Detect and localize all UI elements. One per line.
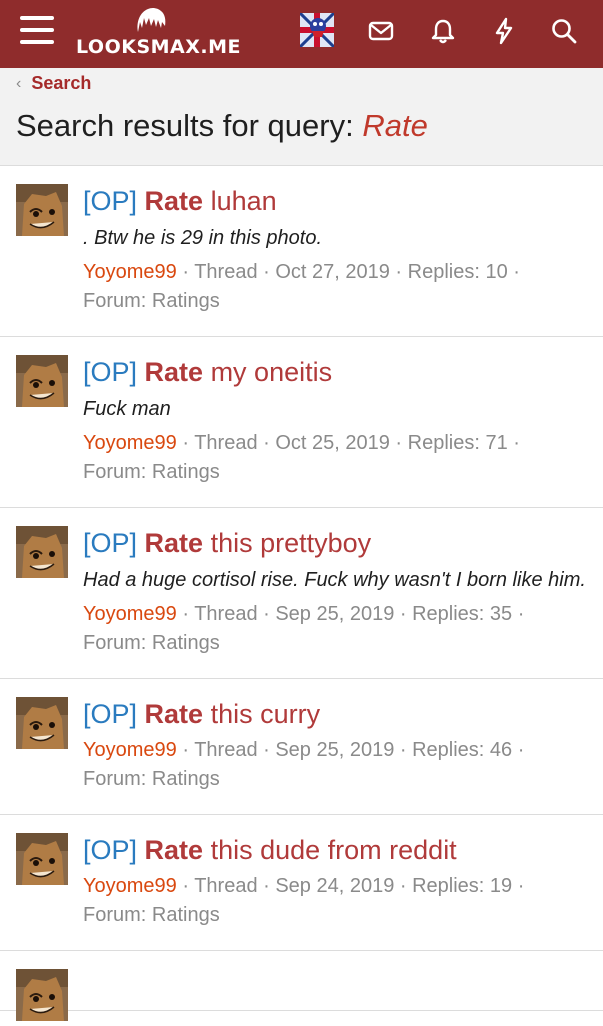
forum-label[interactable]: Forum: Ratings — [83, 768, 220, 790]
search-query: Rate — [362, 108, 428, 143]
author-username-link[interactable]: Yoyome99 — [83, 739, 177, 761]
op-prefix: [OP] — [83, 699, 138, 729]
op-prefix: [OP] — [83, 835, 138, 865]
op-prefix: [OP] — [83, 357, 138, 387]
result-snippet: Fuck man — [83, 398, 171, 420]
query-highlight: Rate — [144, 528, 204, 558]
query-highlight: Rate — [144, 835, 204, 865]
author-avatar[interactable] — [16, 526, 68, 578]
top-navigation-bar: LOOKSMAX.ME — [0, 0, 603, 68]
title-rest: this curry — [203, 699, 321, 729]
title-rest: my oneitis — [203, 357, 333, 387]
author-username-link[interactable]: Yoyome99 — [83, 261, 177, 283]
chevron-left-icon: ‹ — [16, 74, 22, 92]
forum-label[interactable]: Forum: Ratings — [83, 290, 220, 312]
result-meta: Yoyome99 · Thread · Sep 24, 2019 · Repli… — [83, 872, 587, 930]
breadcrumb[interactable]: ‹ Search — [16, 73, 91, 94]
result-meta: Yoyome99 · Thread · Oct 25, 2019 · Repli… — [83, 429, 587, 487]
result-snippet: Had a huge cortisol rise. Fuck why wasn'… — [83, 569, 586, 591]
search-results-list: [OP] Rate luhan . Btw he is 29 in this ph… — [0, 166, 603, 1021]
author-avatar[interactable] — [16, 184, 68, 236]
result-title-link[interactable]: [OP] Rate this dude from reddit — [83, 833, 587, 867]
result-title-link[interactable]: [OP] Rate this curry — [83, 697, 587, 731]
result-meta: Yoyome99 · Thread · Sep 25, 2019 · Repli… — [83, 600, 587, 658]
op-prefix: [OP] — [83, 528, 138, 558]
meta-details: · Thread · Sep 24, 2019 · Replies: 19 · — [176, 875, 525, 897]
logo-text: LOOKSMAX.ME — [76, 36, 242, 58]
title-rest: luhan — [203, 186, 277, 216]
author-username-link[interactable]: Yoyome99 — [83, 432, 177, 454]
result-title-link[interactable]: [OP] Rate luhan — [83, 184, 587, 218]
envelope-icon[interactable] — [366, 16, 396, 46]
site-logo[interactable]: LOOKSMAX.ME — [76, 6, 241, 62]
menu-icon[interactable] — [20, 16, 54, 46]
result-snippet: . Btw he is 29 in this photo. — [83, 227, 323, 249]
title-rest: this prettyboy — [203, 528, 372, 558]
page-title-prefix: Search results for query: — [16, 108, 363, 143]
query-highlight: Rate — [144, 357, 204, 387]
search-result-item[interactable]: [OP] Rate luhan . Btw he is 29 in this ph… — [0, 166, 603, 337]
search-icon[interactable] — [549, 16, 579, 46]
breadcrumb-search-link[interactable]: Search — [31, 73, 91, 94]
query-highlight: Rate — [144, 699, 204, 729]
meta-details: · Thread · Oct 27, 2019 · Replies: 10 · — [176, 261, 520, 283]
result-meta: Yoyome99 · Thread · Sep 25, 2019 · Repli… — [83, 736, 587, 794]
user-avatar[interactable] — [300, 13, 334, 47]
meta-details: · Thread · Sep 25, 2019 · Replies: 46 · — [176, 739, 525, 761]
search-result-item[interactable] — [0, 951, 603, 1021]
op-prefix: [OP] — [83, 186, 138, 216]
meta-details: · Thread · Sep 25, 2019 · Replies: 35 · — [176, 603, 525, 625]
forum-label[interactable]: Forum: Ratings — [83, 904, 220, 926]
author-avatar[interactable] — [16, 355, 68, 407]
search-result-item[interactable]: [OP] Rate this curry Yoyome99 · Thread · … — [0, 679, 603, 815]
result-meta: Yoyome99 · Thread · Oct 27, 2019 · Repli… — [83, 258, 587, 316]
hair-logo-icon — [137, 7, 166, 32]
search-result-item[interactable]: [OP] Rate this dude from reddit Yoyome99 … — [0, 815, 603, 951]
forum-label[interactable]: Forum: Ratings — [83, 632, 220, 654]
author-avatar[interactable] — [16, 697, 68, 749]
query-highlight: Rate — [144, 186, 204, 216]
search-result-item[interactable]: [OP] Rate this prettyboy Had a huge corti… — [0, 508, 603, 679]
result-title-link[interactable]: [OP] Rate my oneitis — [83, 355, 587, 389]
author-avatar[interactable] — [16, 969, 68, 1021]
bolt-icon[interactable] — [489, 16, 519, 46]
author-username-link[interactable]: Yoyome99 — [83, 875, 177, 897]
search-result-item[interactable]: [OP] Rate my oneitis Fuck man Yoyome99 · T… — [0, 337, 603, 508]
author-avatar[interactable] — [16, 833, 68, 885]
meta-details: · Thread · Oct 25, 2019 · Replies: 71 · — [176, 432, 520, 454]
bell-icon[interactable] — [428, 16, 458, 46]
author-username-link[interactable]: Yoyome99 — [83, 603, 177, 625]
page-title: Search results for query: Rate — [16, 108, 428, 144]
title-rest: this dude from reddit — [203, 835, 457, 865]
forum-label[interactable]: Forum: Ratings — [83, 461, 220, 483]
result-title-link[interactable]: [OP] Rate this prettyboy — [83, 526, 587, 560]
